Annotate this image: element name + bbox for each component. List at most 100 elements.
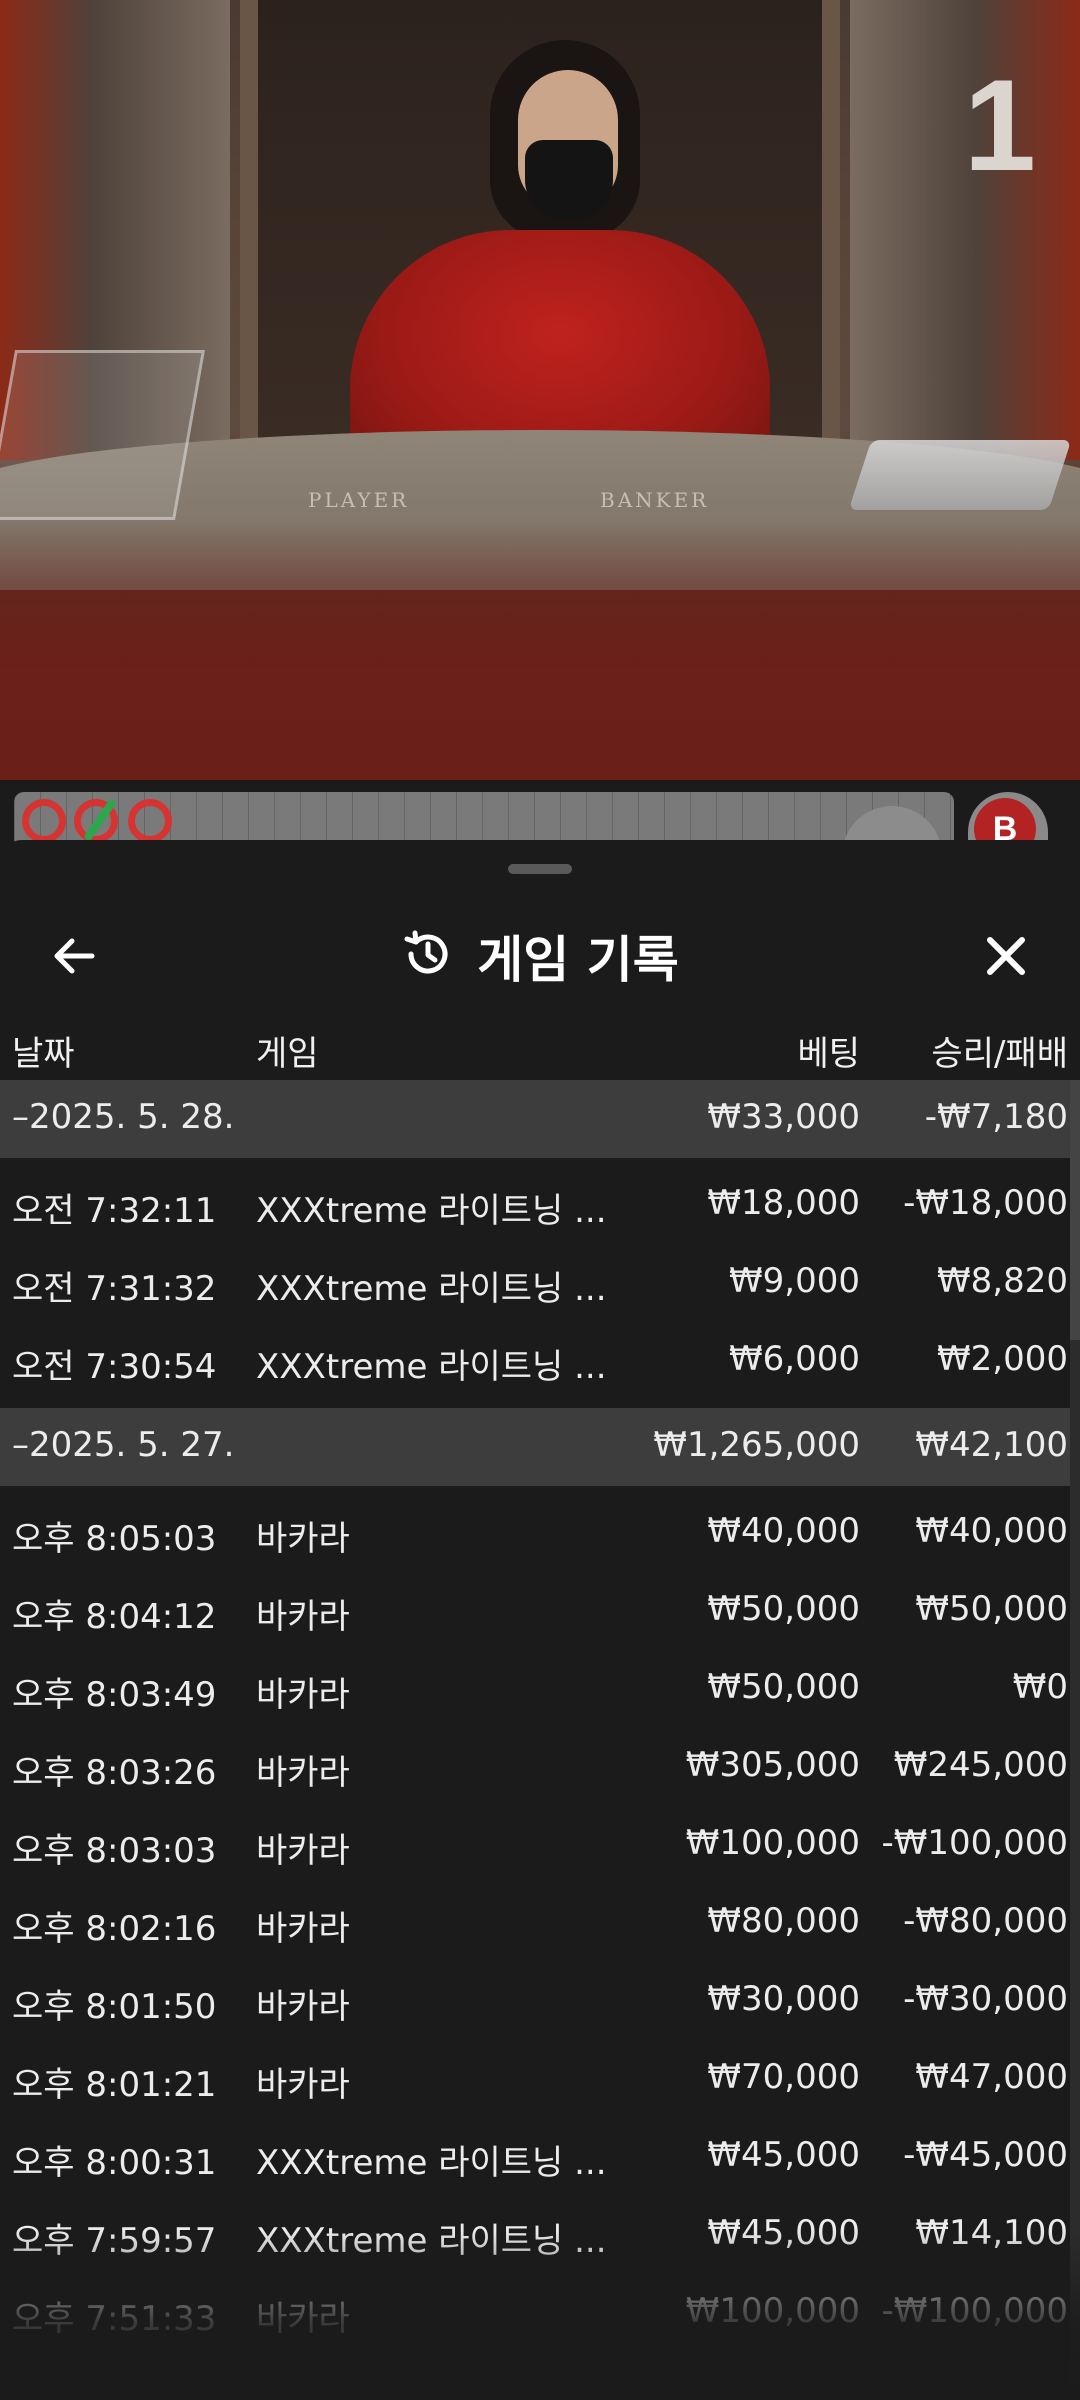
table-label-player: PLAYER [308,488,410,512]
row-time: 오후 8:00:31 [12,2143,217,2183]
group-date: –2025. 5. 27. [12,1425,235,1465]
row-game: 바카라 [256,1987,350,2027]
row-game: 바카라 [256,1597,350,1637]
row-time: 오후 8:01:21 [12,2065,217,2105]
road-mark-banker [22,799,66,843]
close-icon[interactable] [976,926,1036,986]
row-bet: ₩100,000 [685,1823,860,1863]
row-bet: ₩305,000 [685,1745,860,1785]
row-result: ₩2,000 [937,1339,1068,1379]
group-bet-total: ₩33,000 [707,1097,860,1137]
row-game: 바카라 [256,1753,350,1793]
row-bet: ₩18,000 [707,1183,860,1223]
row-result: ₩8,820 [937,1261,1068,1301]
row-result: ₩50,000 [915,1589,1068,1629]
row-result: -₩30,000 [903,1979,1068,2019]
sheet-drag-handle[interactable] [508,864,572,874]
page-title: 게임 기록 [477,931,679,989]
table-row[interactable]: 오후 7:51:33 바카라 ₩100,000 -₩100,000 [0,2274,1080,2352]
row-time: 오후 8:05:03 [12,1519,217,1559]
row-game: 바카라 [256,2299,350,2339]
row-game: 바카라 [256,1909,350,1949]
table-row[interactable]: 오후 8:00:31 XXXtreme 라이트닝 ... ₩45,000 -₩45,0… [0,2118,1080,2196]
history-icon [401,927,455,985]
row-bet: ₩50,000 [707,1589,860,1629]
row-bet: ₩80,000 [707,1901,860,1941]
table-row[interactable]: 오후 7:59:57 XXXtreme 라이트닝 ... ₩45,000 ₩14,10… [0,2196,1080,2274]
row-game: XXXtreme 라이트닝 ... [256,1191,607,1231]
row-game: 바카라 [256,1831,350,1871]
row-result: ₩0 [1012,1667,1068,1707]
row-game: XXXtreme 라이트닝 ... [256,1347,607,1387]
table-row[interactable]: 오후 8:05:03 바카라 ₩40,000 ₩40,000 [0,1494,1080,1572]
road-mark-banker [128,799,172,843]
row-time: 오후 8:03:03 [12,1831,217,1871]
row-bet: ₩9,000 [729,1261,860,1301]
column-header-result[interactable]: 승리/패배 [931,1026,1068,1075]
row-game: XXXtreme 라이트닝 ... [256,2143,607,2183]
sheet-header: 게임 기록 [0,900,1080,1010]
live-video-stream: PLAYER BANKER 1 [0,0,1080,780]
row-time: 오후 7:59:57 [12,2221,217,2261]
card-shoe [848,440,1072,510]
group-bet-total: ₩1,265,000 [653,1425,860,1465]
row-result: ₩40,000 [915,1511,1068,1551]
table-row[interactable]: 오후 8:01:21 바카라 ₩70,000 ₩47,000 [0,2040,1080,2118]
group-result-total: -₩7,180 [924,1097,1068,1137]
game-history-sheet: 게임 기록 날짜 게임 베팅 승리/패배 –2025. 5. 28. ₩33,00… [0,840,1080,2400]
row-time: 오후 8:03:26 [12,1753,217,1793]
row-time: 오후 8:02:16 [12,1909,217,1949]
table-row[interactable]: 오전 7:32:11 XXXtreme 라이트닝 ... ₩18,000 -₩18,0… [0,1166,1080,1244]
row-game: 바카라 [256,1675,350,1715]
row-bet: ₩30,000 [707,1979,860,2019]
row-time: 오전 7:32:11 [12,1191,217,1231]
row-bet: ₩50,000 [707,1667,860,1707]
row-result: -₩100,000 [881,2291,1069,2331]
history-rows: –2025. 5. 28. ₩33,000 -₩7,180 오전 7:32:11 XXX… [0,1080,1080,2352]
row-result: -₩18,000 [903,1183,1068,1223]
card-discard-tray [0,350,205,520]
dealer-mask [525,140,613,220]
table-row[interactable]: 오전 7:30:54 XXXtreme 라이트닝 ... ₩6,000 ₩2,000 [0,1322,1080,1400]
date-group-row[interactable]: –2025. 5. 28. ₩33,000 -₩7,180 [0,1080,1080,1158]
sheet-title-group: 게임 기록 [0,924,1080,989]
group-date: –2025. 5. 28. [12,1097,235,1137]
table-row[interactable]: 오후 8:01:50 바카라 ₩30,000 -₩30,000 [0,1962,1080,2040]
row-time: 오전 7:30:54 [12,1347,217,1387]
table-row[interactable]: 오후 8:03:49 바카라 ₩50,000 ₩0 [0,1650,1080,1728]
column-header-date[interactable]: 날짜 [12,1026,75,1075]
row-game: 바카라 [256,2065,350,2105]
row-result: ₩245,000 [893,1745,1068,1785]
table-header: 날짜 게임 베팅 승리/패배 [0,1010,1080,1080]
table-row[interactable]: 오후 8:02:16 바카라 ₩80,000 -₩80,000 [0,1884,1080,1962]
table-row[interactable]: 오후 8:04:12 바카라 ₩50,000 ₩50,000 [0,1572,1080,1650]
row-bet: ₩100,000 [685,2291,860,2331]
table-row[interactable]: 오후 8:03:26 바카라 ₩305,000 ₩245,000 [0,1728,1080,1806]
column-header-game[interactable]: 게임 [256,1026,319,1075]
table-row[interactable]: 오전 7:31:32 XXXtreme 라이트닝 ... ₩9,000 ₩8,820 [0,1244,1080,1322]
column-header-bet[interactable]: 베팅 [797,1026,860,1075]
scrollbar-track[interactable] [1070,1080,1080,2400]
row-bet: ₩6,000 [729,1339,860,1379]
row-result: -₩80,000 [903,1901,1068,1941]
row-time: 오후 7:51:33 [12,2299,217,2339]
row-time: 오후 8:04:12 [12,1597,217,1637]
row-game: XXXtreme 라이트닝 ... [256,2221,607,2261]
group-result-total: ₩42,100 [915,1425,1068,1465]
row-bet: ₩40,000 [707,1511,860,1551]
row-game: 바카라 [256,1519,350,1559]
row-bet: ₩45,000 [707,2135,860,2175]
scrollbar-thumb[interactable] [1070,1080,1080,1340]
row-time: 오후 8:03:49 [12,1675,217,1715]
row-bet: ₩45,000 [707,2213,860,2253]
row-bet: ₩70,000 [707,2057,860,2097]
table-row[interactable]: 오후 8:03:03 바카라 ₩100,000 -₩100,000 [0,1806,1080,1884]
table-label-banker: BANKER [600,488,710,512]
row-time: 오후 8:01:50 [12,1987,217,2027]
row-result: -₩100,000 [881,1823,1069,1863]
history-list[interactable]: –2025. 5. 28. ₩33,000 -₩7,180 오전 7:32:11 XXX… [0,1080,1080,2400]
row-game: XXXtreme 라이트닝 ... [256,1269,607,1309]
table-number: 1 [963,52,1036,198]
date-group-row[interactable]: –2025. 5. 27. ₩1,265,000 ₩42,100 [0,1408,1080,1486]
video-fade [0,520,1080,780]
